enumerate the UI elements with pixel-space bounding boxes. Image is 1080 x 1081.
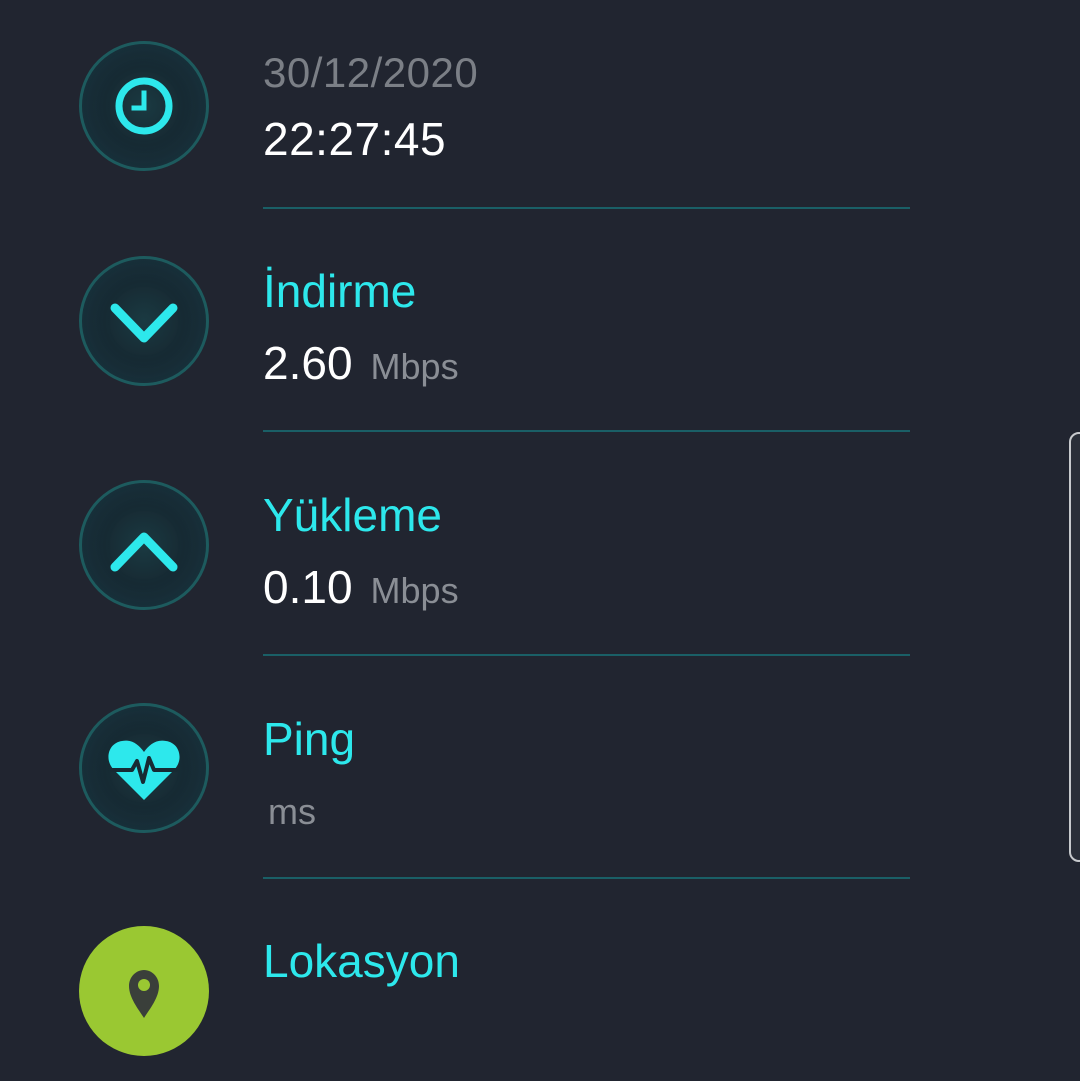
download-label: İndirme bbox=[263, 265, 417, 317]
scrollbar[interactable] bbox=[1069, 432, 1080, 862]
heartbeat-icon bbox=[79, 703, 209, 833]
chevron-up-icon bbox=[79, 480, 209, 610]
download-value-line: 2.60 Mbps bbox=[263, 340, 459, 386]
upload-value-line: 0.10 Mbps bbox=[263, 564, 459, 610]
divider bbox=[263, 207, 910, 209]
chevron-down-icon bbox=[79, 256, 209, 386]
location-pin-icon[interactable] bbox=[79, 926, 209, 1056]
result-date: 30/12/2020 bbox=[263, 49, 479, 96]
ping-unit: ms bbox=[268, 791, 316, 832]
download-unit: Mbps bbox=[370, 346, 459, 387]
divider bbox=[263, 654, 910, 656]
location-label: Lokasyon bbox=[263, 935, 460, 987]
ping-label: Ping bbox=[263, 713, 356, 765]
upload-label: Yükleme bbox=[263, 489, 442, 541]
download-value: 2.60 bbox=[263, 337, 353, 389]
clock-icon bbox=[79, 41, 209, 171]
upload-unit: Mbps bbox=[370, 570, 459, 611]
divider bbox=[263, 430, 910, 432]
result-time: 22:27:45 bbox=[263, 113, 447, 165]
upload-value: 0.10 bbox=[263, 561, 353, 613]
divider bbox=[263, 877, 910, 879]
